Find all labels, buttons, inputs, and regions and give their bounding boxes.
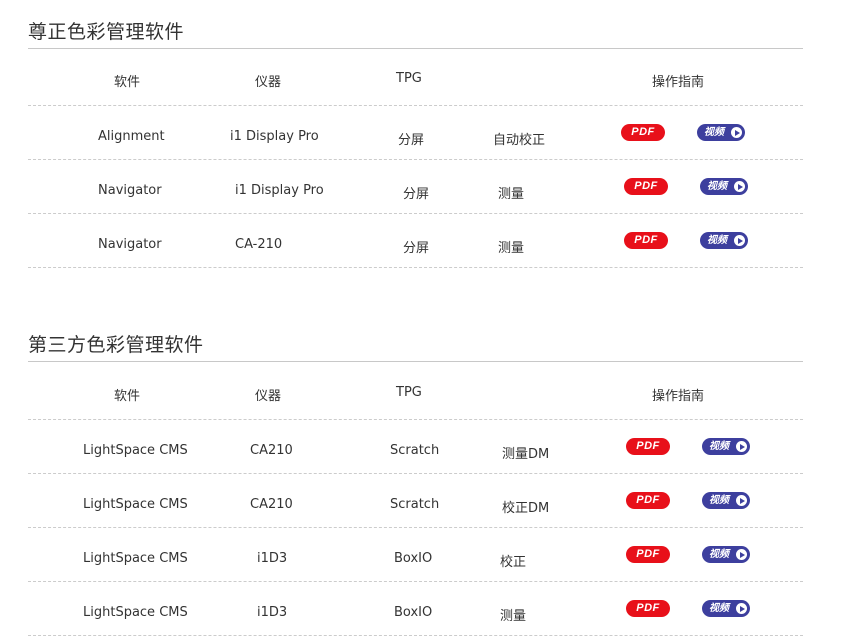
cell-tpg: 分屏 bbox=[398, 133, 425, 148]
cell-software: Navigator bbox=[98, 183, 162, 198]
cell-instrument: CA210 bbox=[250, 443, 293, 458]
title-divider bbox=[28, 361, 803, 362]
cell-software: LightSpace CMS bbox=[83, 443, 188, 458]
table-row: Alignment i1 Display Pro 分屏 自动校正 PDF 视频 bbox=[28, 106, 803, 160]
play-icon bbox=[736, 603, 747, 614]
cell-software: LightSpace CMS bbox=[83, 605, 188, 620]
cell-tpg: 分屏 bbox=[403, 241, 430, 256]
cell-mode: 测量 bbox=[500, 609, 527, 624]
title-divider bbox=[28, 48, 803, 49]
video-label: 视频 bbox=[707, 181, 727, 192]
video-button[interactable]: 视频 bbox=[697, 124, 745, 141]
cell-tpg: BoxIO bbox=[394, 605, 433, 620]
play-icon bbox=[736, 441, 747, 452]
pdf-button[interactable]: PDF bbox=[626, 600, 670, 617]
pdf-button[interactable]: PDF bbox=[624, 232, 668, 249]
play-icon bbox=[731, 127, 742, 138]
header-instrument: 仪器 bbox=[255, 75, 282, 90]
table-row: LightSpace CMS i1D3 BoxIO 校正 PDF 视频 bbox=[28, 528, 803, 582]
header-guide: 操作指南 bbox=[652, 75, 705, 90]
cell-tpg: Scratch bbox=[390, 497, 440, 512]
cell-tpg: BoxIO bbox=[394, 551, 433, 566]
cell-mode: 校正 bbox=[500, 555, 527, 570]
play-icon bbox=[736, 549, 747, 560]
cell-tpg: Scratch bbox=[390, 443, 440, 458]
video-label: 视频 bbox=[709, 549, 729, 560]
cell-software: LightSpace CMS bbox=[83, 497, 188, 512]
section-zunzheng: 尊正色彩管理软件 软件 仪器 TPG 操作指南 Alignment i1 Dis… bbox=[28, 17, 803, 272]
video-button[interactable]: 视频 bbox=[700, 178, 748, 195]
play-icon bbox=[734, 181, 745, 192]
header-software: 软件 bbox=[114, 389, 141, 404]
video-label: 视频 bbox=[704, 127, 724, 138]
row-divider bbox=[28, 267, 803, 268]
cell-instrument: CA210 bbox=[250, 497, 293, 512]
cell-software: Navigator bbox=[98, 237, 162, 252]
video-button[interactable]: 视频 bbox=[702, 438, 750, 455]
section-title: 第三方色彩管理软件 bbox=[28, 334, 204, 356]
video-button[interactable]: 视频 bbox=[702, 492, 750, 509]
video-button[interactable]: 视频 bbox=[702, 546, 750, 563]
video-button[interactable]: 视频 bbox=[700, 232, 748, 249]
cell-instrument: CA-210 bbox=[235, 237, 283, 252]
cell-mode: 测量 bbox=[498, 241, 525, 256]
cell-instrument: i1 Display Pro bbox=[230, 129, 319, 144]
header-software: 软件 bbox=[114, 75, 141, 90]
cell-instrument: i1D3 bbox=[257, 551, 288, 566]
video-label: 视频 bbox=[709, 603, 729, 614]
play-icon bbox=[736, 495, 747, 506]
table-row: LightSpace CMS CA210 Scratch 测量DM PDF 视频 bbox=[28, 420, 803, 474]
row-divider bbox=[28, 635, 803, 636]
section-title: 尊正色彩管理软件 bbox=[28, 21, 185, 43]
cell-software: LightSpace CMS bbox=[83, 551, 188, 566]
cell-instrument: i1D3 bbox=[257, 605, 288, 620]
video-label: 视频 bbox=[709, 495, 729, 506]
header-tpg: TPG bbox=[396, 385, 422, 400]
video-button[interactable]: 视频 bbox=[702, 600, 750, 617]
pdf-button[interactable]: PDF bbox=[626, 492, 670, 509]
pdf-button[interactable]: PDF bbox=[626, 546, 670, 563]
video-label: 视频 bbox=[707, 235, 727, 246]
table-row: Navigator CA-210 分屏 测量 PDF 视频 bbox=[28, 214, 803, 268]
play-icon bbox=[734, 235, 745, 246]
table-row: LightSpace CMS CA210 Scratch 校正DM PDF 视频 bbox=[28, 474, 803, 528]
header-tpg: TPG bbox=[396, 71, 422, 86]
cell-instrument: i1 Display Pro bbox=[235, 183, 324, 198]
video-label: 视频 bbox=[709, 441, 729, 452]
cell-mode: 自动校正 bbox=[493, 133, 546, 148]
cell-software: Alignment bbox=[98, 129, 165, 144]
cell-mode: 测量 bbox=[498, 187, 525, 202]
cell-mode: 校正DM bbox=[502, 501, 550, 516]
pdf-button[interactable]: PDF bbox=[624, 178, 668, 195]
section-third-party: 第三方色彩管理软件 软件 仪器 TPG 操作指南 LightSpace CMS … bbox=[28, 330, 803, 638]
pdf-button[interactable]: PDF bbox=[626, 438, 670, 455]
header-instrument: 仪器 bbox=[255, 389, 282, 404]
header-guide: 操作指南 bbox=[652, 389, 705, 404]
table-row: LightSpace CMS i1D3 BoxIO 测量 PDF 视频 bbox=[28, 582, 803, 636]
cell-mode: 测量DM bbox=[502, 447, 550, 462]
table-row: Navigator i1 Display Pro 分屏 测量 PDF 视频 bbox=[28, 160, 803, 214]
cell-tpg: 分屏 bbox=[403, 187, 430, 202]
pdf-button[interactable]: PDF bbox=[621, 124, 665, 141]
